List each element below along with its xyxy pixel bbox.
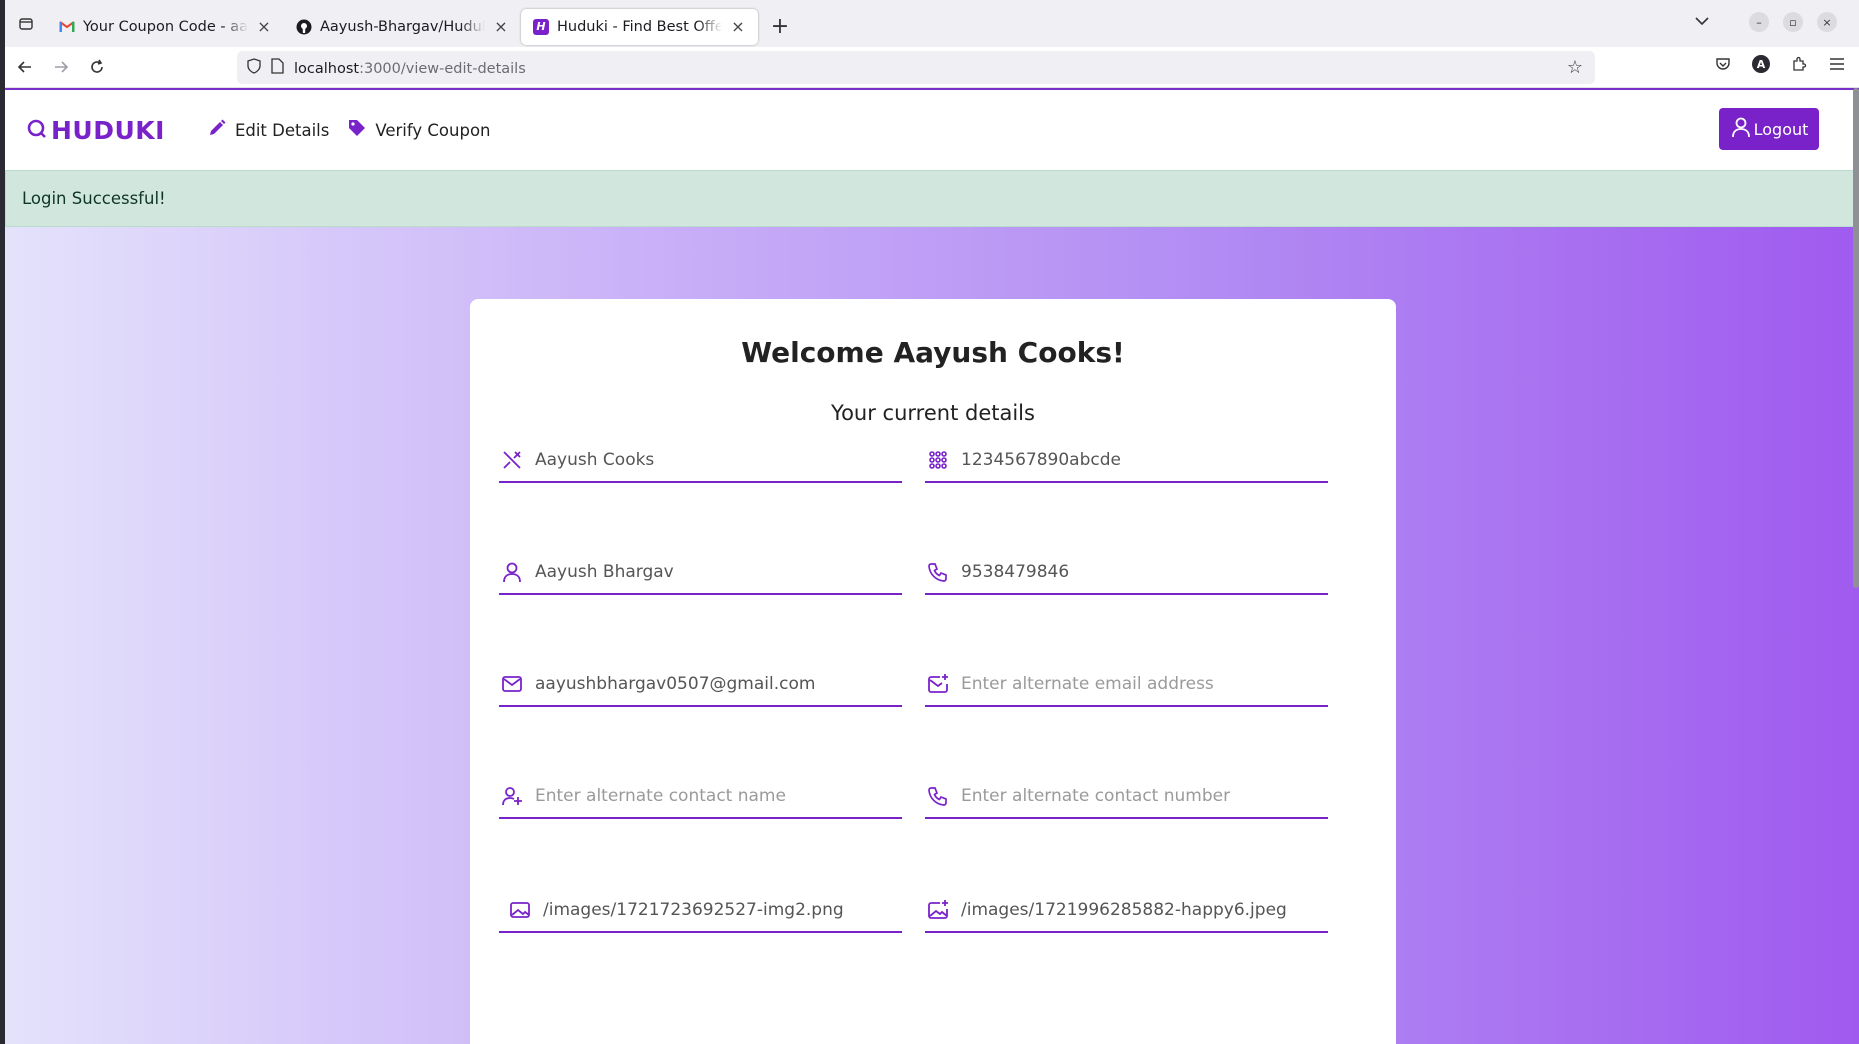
welcome-title: Welcome Aayush Cooks! <box>741 336 1125 369</box>
page-viewport: HUDUKI Edit Details Verify Coupon Logout <box>5 88 1859 1044</box>
pencil-icon <box>207 118 227 142</box>
verify-coupon-link[interactable]: Verify Coupon <box>347 118 491 142</box>
user-icon <box>1730 116 1752 142</box>
verify-coupon-label: Verify Coupon <box>375 120 491 140</box>
alert-message: Login Successful! <box>22 189 166 208</box>
close-icon[interactable]: × <box>730 17 746 36</box>
search-icon <box>25 115 49 145</box>
minimize-icon[interactable]: – <box>1749 12 1769 32</box>
business-name-input[interactable] <box>535 450 895 470</box>
user-plus-icon <box>501 785 523 807</box>
tab-list-icon[interactable] <box>5 0 47 47</box>
huduki-icon: H <box>533 18 549 35</box>
grid-dots-icon <box>927 449 949 471</box>
phone-icon <box>927 561 949 583</box>
image-1-input[interactable] <box>543 900 902 920</box>
mail-plus-icon <box>927 673 949 695</box>
extensions-icon[interactable] <box>1789 54 1809 74</box>
image-1-field <box>499 889 902 933</box>
alt-contact-number-input[interactable] <box>961 786 1321 806</box>
reload-icon[interactable] <box>79 51 115 83</box>
brand-name: HUDUKI <box>51 115 165 145</box>
browser-tab[interactable]: Aayush-Bhargav/Huduki-F × <box>284 9 521 45</box>
brand-logo[interactable]: HUDUKI <box>25 115 165 145</box>
owner-name-input[interactable] <box>535 562 895 582</box>
maximize-icon[interactable]: ▫ <box>1783 12 1803 32</box>
business-name-field <box>499 439 902 483</box>
owner-name-field <box>499 551 902 595</box>
gmail-icon <box>59 19 75 35</box>
forward-icon[interactable] <box>43 51 79 83</box>
account-icon[interactable]: A <box>1751 54 1771 74</box>
browser-window: Your Coupon Code - aayush × Aayush-Bharg… <box>5 0 1859 1044</box>
menu-icon[interactable] <box>1827 54 1847 74</box>
image-icon <box>509 899 531 921</box>
alt-contact-name-field <box>499 775 902 819</box>
tag-icon <box>347 118 367 142</box>
alt-contact-name-input[interactable] <box>535 786 895 806</box>
phone-input[interactable] <box>961 562 1321 582</box>
gst-number-input[interactable] <box>961 450 1321 470</box>
address-bar[interactable]: localhost:3000/view-edit-details ☆ <box>237 51 1595 84</box>
alt-email-input[interactable] <box>961 674 1321 694</box>
alt-email-field <box>925 663 1328 707</box>
browser-tab[interactable]: Your Coupon Code - aayush × <box>47 9 284 45</box>
phone-field <box>925 551 1328 595</box>
details-subtitle: Your current details <box>831 401 1035 425</box>
scrollbar[interactable] <box>1853 88 1859 588</box>
shield-icon[interactable] <box>247 57 261 78</box>
tab-title: Aayush-Bhargav/Huduki-F <box>320 18 485 35</box>
url-path: :3000/view-edit-details <box>359 60 526 77</box>
tab-title: Huduki - Find Best Offers <box>557 18 722 35</box>
logout-button[interactable]: Logout <box>1719 108 1819 150</box>
edit-details-link[interactable]: Edit Details <box>207 118 329 142</box>
new-tab-button[interactable]: + <box>764 11 796 43</box>
chevron-down-icon[interactable] <box>1695 14 1709 30</box>
gst-number-field <box>925 439 1328 483</box>
alt-contact-number-field <box>925 775 1328 819</box>
window-controls: – ▫ × <box>1749 12 1837 32</box>
phone-icon <box>927 785 949 807</box>
edit-details-label: Edit Details <box>234 120 330 140</box>
email-input[interactable] <box>535 674 895 694</box>
close-icon[interactable]: × <box>256 17 272 36</box>
site-header: HUDUKI Edit Details Verify Coupon Logout <box>5 90 1859 170</box>
user-icon <box>501 561 523 583</box>
tab-title: Your Coupon Code - aayush <box>83 18 248 35</box>
close-icon[interactable]: × <box>493 17 509 36</box>
github-icon <box>296 19 312 35</box>
utensils-icon <box>501 449 523 471</box>
image-plus-icon <box>927 899 949 921</box>
pocket-icon[interactable] <box>1713 54 1733 74</box>
navigation-bar: localhost:3000/view-edit-details ☆ A <box>5 47 1859 88</box>
close-window-icon[interactable]: × <box>1817 12 1837 32</box>
email-field <box>499 663 902 707</box>
details-card: Welcome Aayush Cooks! Your current detai… <box>470 299 1396 1044</box>
url-host: localhost <box>294 60 360 77</box>
mail-icon <box>501 673 523 695</box>
image-2-input[interactable] <box>961 900 1321 920</box>
logout-label: Logout <box>1753 119 1809 139</box>
image-2-field <box>925 889 1328 933</box>
browser-tab-active[interactable]: H Huduki - Find Best Offers × <box>521 8 758 45</box>
tab-bar: Your Coupon Code - aayush × Aayush-Bharg… <box>5 0 1859 47</box>
back-icon[interactable] <box>7 51 43 83</box>
bookmark-star-icon[interactable]: ☆ <box>1567 57 1583 78</box>
toolbar-icons: A <box>1713 54 1847 74</box>
success-alert: Login Successful! <box>5 170 1859 227</box>
page-icon <box>271 57 284 78</box>
